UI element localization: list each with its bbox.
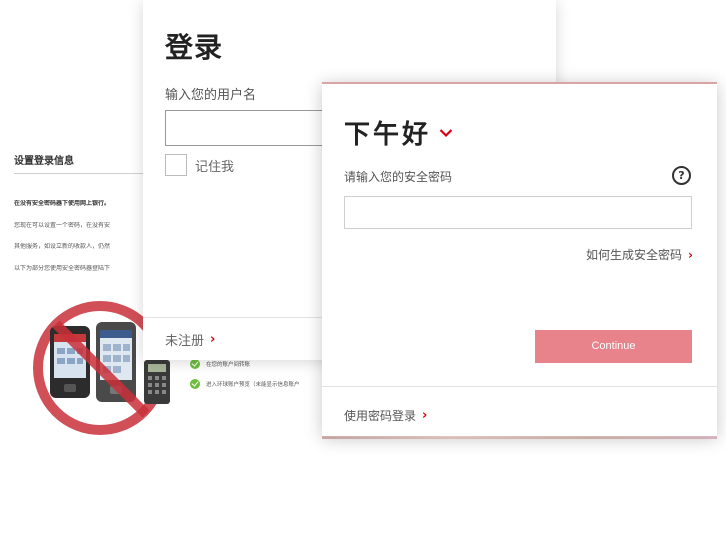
how-to-generate-link[interactable]: 如何生成安全密码 ›: [586, 246, 693, 263]
section-title: 设置登录信息: [14, 156, 74, 167]
greeting-title: 下午好: [344, 120, 432, 150]
security-device-icon: [144, 360, 170, 404]
info-line: 在没有安全密码器下使用网上银行。: [14, 200, 111, 207]
greeting-dropdown[interactable]: 下午好: [344, 114, 453, 151]
security-password-input[interactable]: [344, 196, 692, 229]
remember-label: 记住我: [195, 159, 235, 175]
remember-me[interactable]: 记住我: [165, 154, 234, 176]
login-title: 登录: [165, 31, 224, 64]
username-input[interactable]: [165, 110, 345, 146]
card-divider: [322, 386, 717, 387]
username-label: 输入您的用户名: [165, 88, 257, 103]
password-login-link[interactable]: 使用密码登录 ›: [344, 407, 427, 424]
info-line: 您现在可以设置一个密码，在没有安: [14, 222, 111, 229]
chevron-right-icon: ›: [688, 247, 693, 262]
section-divider: [14, 173, 146, 174]
security-password-card: 下午好 请输入您的安全密码 ? 如何生成安全密码 › Continue 使用密码…: [322, 82, 717, 439]
register-link[interactable]: 未注册 ›: [165, 330, 215, 349]
feature-checklist: 在您的账户间转账 进入环球账户预览（未能显示信息账户: [190, 358, 300, 398]
list-item: 进入环球账户预览（未能显示信息账户: [190, 378, 300, 389]
info-line: 以下为部分您使用安全密码器登陆下: [14, 265, 111, 272]
chevron-right-icon: ›: [210, 332, 216, 347]
remember-checkbox[interactable]: [165, 154, 187, 176]
card-bottom-edge: [322, 436, 717, 439]
continue-button[interactable]: Continue: [535, 330, 692, 363]
chevron-down-icon: [439, 128, 453, 137]
check-icon: [190, 378, 200, 389]
check-icon: [190, 358, 200, 369]
info-line: 其他服务，如设立新的收款人，仍然: [14, 243, 111, 250]
chevron-right-icon: ›: [422, 408, 428, 423]
password-label: 请输入您的安全密码: [344, 170, 453, 184]
help-icon[interactable]: ?: [672, 166, 691, 185]
